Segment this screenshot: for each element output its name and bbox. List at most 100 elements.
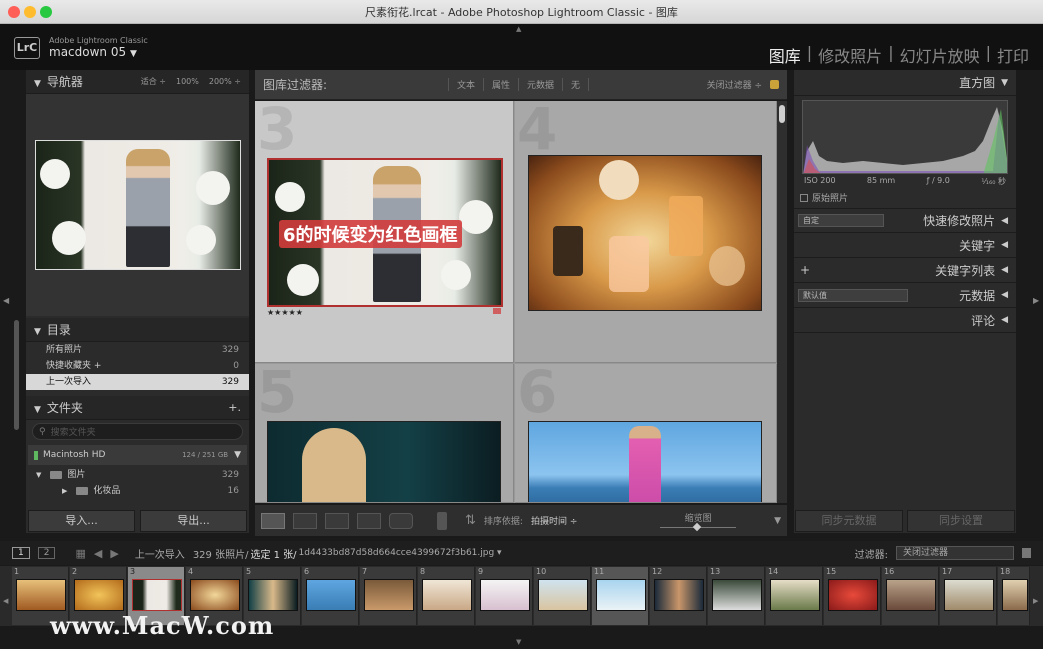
sync-settings-button[interactable]: 同步设置 bbox=[907, 510, 1015, 532]
filter-lock-icon[interactable] bbox=[1022, 548, 1031, 558]
comments-header[interactable]: 评论 ◀ bbox=[794, 308, 1016, 333]
zoom-200[interactable]: 200% ÷ bbox=[209, 70, 241, 93]
export-button[interactable]: 导出... bbox=[140, 510, 247, 532]
filter-text[interactable]: 文本 bbox=[448, 78, 483, 91]
filter-preset-dropdown[interactable]: 关闭过滤器 ÷ bbox=[707, 78, 762, 91]
checkbox-icon[interactable] bbox=[800, 193, 808, 202]
module-develop[interactable]: 修改照片 bbox=[818, 43, 882, 67]
sort-dropdown[interactable]: 拍摄时间 ÷ bbox=[531, 514, 577, 527]
film-frame-11[interactable]: 11 bbox=[592, 567, 649, 625]
histogram-header[interactable]: 直方图 ▼ bbox=[794, 70, 1016, 96]
sync-metadata-button[interactable]: 同步元数据 bbox=[795, 510, 903, 532]
metadata-header[interactable]: 默认值 元数据 ◀ bbox=[794, 283, 1016, 308]
catalog-name[interactable]: macdown 05 ▼ bbox=[49, 45, 137, 59]
star-rating[interactable]: ★★★★★ bbox=[267, 308, 303, 317]
navigator-header[interactable]: ▼ 导航器 适合 ÷ 100% 200% ÷ bbox=[26, 70, 249, 94]
woman-face-image bbox=[302, 428, 366, 502]
collapse-bottom-arrow-icon[interactable]: ▼ bbox=[516, 638, 521, 646]
film-frame-16[interactable]: 16 bbox=[882, 567, 939, 625]
main-window-button[interactable]: 1 bbox=[12, 547, 30, 559]
filter-attribute[interactable]: 属性 bbox=[483, 78, 518, 91]
film-frame-17[interactable]: 17 bbox=[940, 567, 997, 625]
zoom-100[interactable]: 100% bbox=[176, 70, 199, 93]
filmstrip-scroll-right-icon[interactable]: ▶ bbox=[1033, 597, 1038, 605]
loupe-view-icon[interactable] bbox=[293, 512, 317, 529]
perfume-photo-thumbnail[interactable] bbox=[528, 155, 762, 311]
original-photo-toggle[interactable]: 原始照片 bbox=[800, 191, 1010, 204]
back-arrow-icon[interactable]: ◀ bbox=[94, 547, 102, 560]
volume-header[interactable]: Macintosh HD 124 / 251 GB ▼ bbox=[28, 445, 247, 465]
beach-photo-thumbnail[interactable] bbox=[528, 421, 762, 502]
frame-number: 13 bbox=[710, 567, 721, 576]
filmstrip-source[interactable]: 上一次导入 bbox=[135, 546, 185, 561]
portrait-photo-thumbnail[interactable] bbox=[267, 421, 501, 502]
filmstrip-filter-dropdown[interactable]: 关闭过滤器 bbox=[896, 546, 1014, 560]
grid-cell-5[interactable]: 5 bbox=[255, 364, 514, 503]
secondary-window-button[interactable]: 2 bbox=[37, 547, 56, 559]
zoom-fit[interactable]: 适合 ÷ bbox=[141, 70, 166, 93]
grid-cell-6[interactable]: 6 bbox=[515, 364, 777, 503]
film-frame-10[interactable]: 10 bbox=[534, 567, 591, 625]
keyword-list-header[interactable]: + 关键字列表 ◀ bbox=[794, 258, 1016, 283]
film-frame-18[interactable]: 18 bbox=[998, 567, 1030, 625]
catalog-item-all-photos[interactable]: 所有照片 329 bbox=[26, 342, 249, 358]
catalog-item-previous-import[interactable]: 上一次导入 329 bbox=[26, 374, 249, 390]
module-print[interactable]: 打印 bbox=[997, 43, 1029, 67]
add-keyword-plus-icon[interactable]: + bbox=[800, 263, 810, 277]
folder-search-field[interactable]: ⚲ 搜索文件夹 bbox=[32, 423, 243, 440]
survey-view-icon[interactable] bbox=[357, 512, 381, 529]
collapse-right-arrow-icon[interactable]: ▶ bbox=[1033, 296, 1039, 305]
film-frame-12[interactable]: 12 bbox=[650, 567, 707, 625]
keywording-header[interactable]: 关键字 ◀ bbox=[794, 233, 1016, 258]
lock-icon[interactable] bbox=[770, 80, 779, 89]
navigator-thumbnail[interactable] bbox=[35, 140, 241, 270]
cell-index-number: 6 bbox=[517, 364, 558, 426]
folders-header[interactable]: ▼ 文件夹 +. bbox=[26, 396, 249, 420]
film-frame-9[interactable]: 9 bbox=[476, 567, 533, 625]
module-library[interactable]: 图库 bbox=[769, 43, 801, 67]
add-folder-plus-icon[interactable]: +. bbox=[228, 396, 241, 419]
folder-item-cosmetics[interactable]: ▶ 化妆品 16 bbox=[26, 483, 249, 499]
module-slideshow[interactable]: 幻灯片放映 bbox=[900, 43, 980, 67]
spray-can-icon[interactable] bbox=[437, 511, 447, 530]
grid-cell-4[interactable]: 4 bbox=[515, 101, 777, 363]
metadata-preset-dropdown[interactable]: 默认值 bbox=[798, 288, 908, 302]
filter-none[interactable]: 无 bbox=[562, 78, 590, 91]
filmstrip-filename[interactable]: 1d4433bd87d58d664cce4399672f3b61.jpg ▾ bbox=[299, 548, 502, 558]
grid-cell-3[interactable]: 3 6的时候变为红色画框 ★★★★★ bbox=[255, 101, 514, 363]
people-view-icon[interactable] bbox=[389, 512, 413, 529]
grid-view-icon[interactable] bbox=[261, 512, 285, 529]
film-frame-8[interactable]: 8 bbox=[418, 567, 475, 625]
filter-metadata[interactable]: 元数据 bbox=[518, 78, 562, 91]
thumbnail-size-slider[interactable] bbox=[660, 522, 737, 532]
catalog-header[interactable]: ▼ 目录 bbox=[26, 318, 249, 342]
volume-dropdown-icon[interactable]: ▼ bbox=[234, 450, 241, 460]
film-frame-6[interactable]: 6 bbox=[302, 567, 359, 625]
film-frame-14[interactable]: 14 bbox=[766, 567, 823, 625]
histogram-graph[interactable] bbox=[802, 100, 1008, 174]
grid-scrollbar-thumb[interactable] bbox=[779, 105, 785, 123]
left-panel: ▼ 导航器 适合 ÷ 100% 200% ÷ ▼ 目录 所有照片 329 快捷收藏夹 … bbox=[26, 70, 249, 533]
grid-icon[interactable]: ▦ bbox=[75, 547, 85, 560]
selected-photo-thumbnail[interactable]: 6的时候变为红色画框 bbox=[267, 158, 503, 307]
film-frame-13[interactable]: 13 bbox=[708, 567, 765, 625]
compare-view-icon[interactable] bbox=[325, 512, 349, 529]
sort-direction-icon[interactable]: ⇅ bbox=[465, 513, 476, 528]
left-panel-scrollbar[interactable] bbox=[14, 320, 19, 430]
shutter-value: ¹⁄₁₆₀ 秒 bbox=[981, 177, 1006, 186]
saved-preset-dropdown[interactable]: 自定 bbox=[798, 214, 884, 227]
import-button[interactable]: 导入... bbox=[28, 510, 135, 532]
toolbar-menu-chevron-icon[interactable]: ▼ bbox=[774, 516, 781, 526]
grid-scrollbar-track[interactable] bbox=[777, 101, 787, 503]
collapse-top-arrow-icon[interactable]: ▲ bbox=[516, 25, 521, 33]
color-label-badge[interactable] bbox=[493, 308, 501, 314]
folder-item-pictures[interactable]: ▼ 图片 329 bbox=[26, 467, 249, 483]
forward-arrow-icon[interactable]: ▶ bbox=[110, 547, 118, 560]
collapse-left-arrow-icon[interactable]: ◀ bbox=[3, 296, 9, 305]
quick-develop-header[interactable]: 自定 快速修改照片 ◀ bbox=[794, 208, 1016, 233]
catalog-item-quick-collection[interactable]: 快捷收藏夹 + 0 bbox=[26, 358, 249, 374]
film-frame-7[interactable]: 7 bbox=[360, 567, 417, 625]
film-frame-15[interactable]: 15 bbox=[824, 567, 881, 625]
filmstrip-scroll-left-icon[interactable]: ◀ bbox=[3, 597, 8, 605]
slider-handle[interactable] bbox=[692, 522, 702, 532]
